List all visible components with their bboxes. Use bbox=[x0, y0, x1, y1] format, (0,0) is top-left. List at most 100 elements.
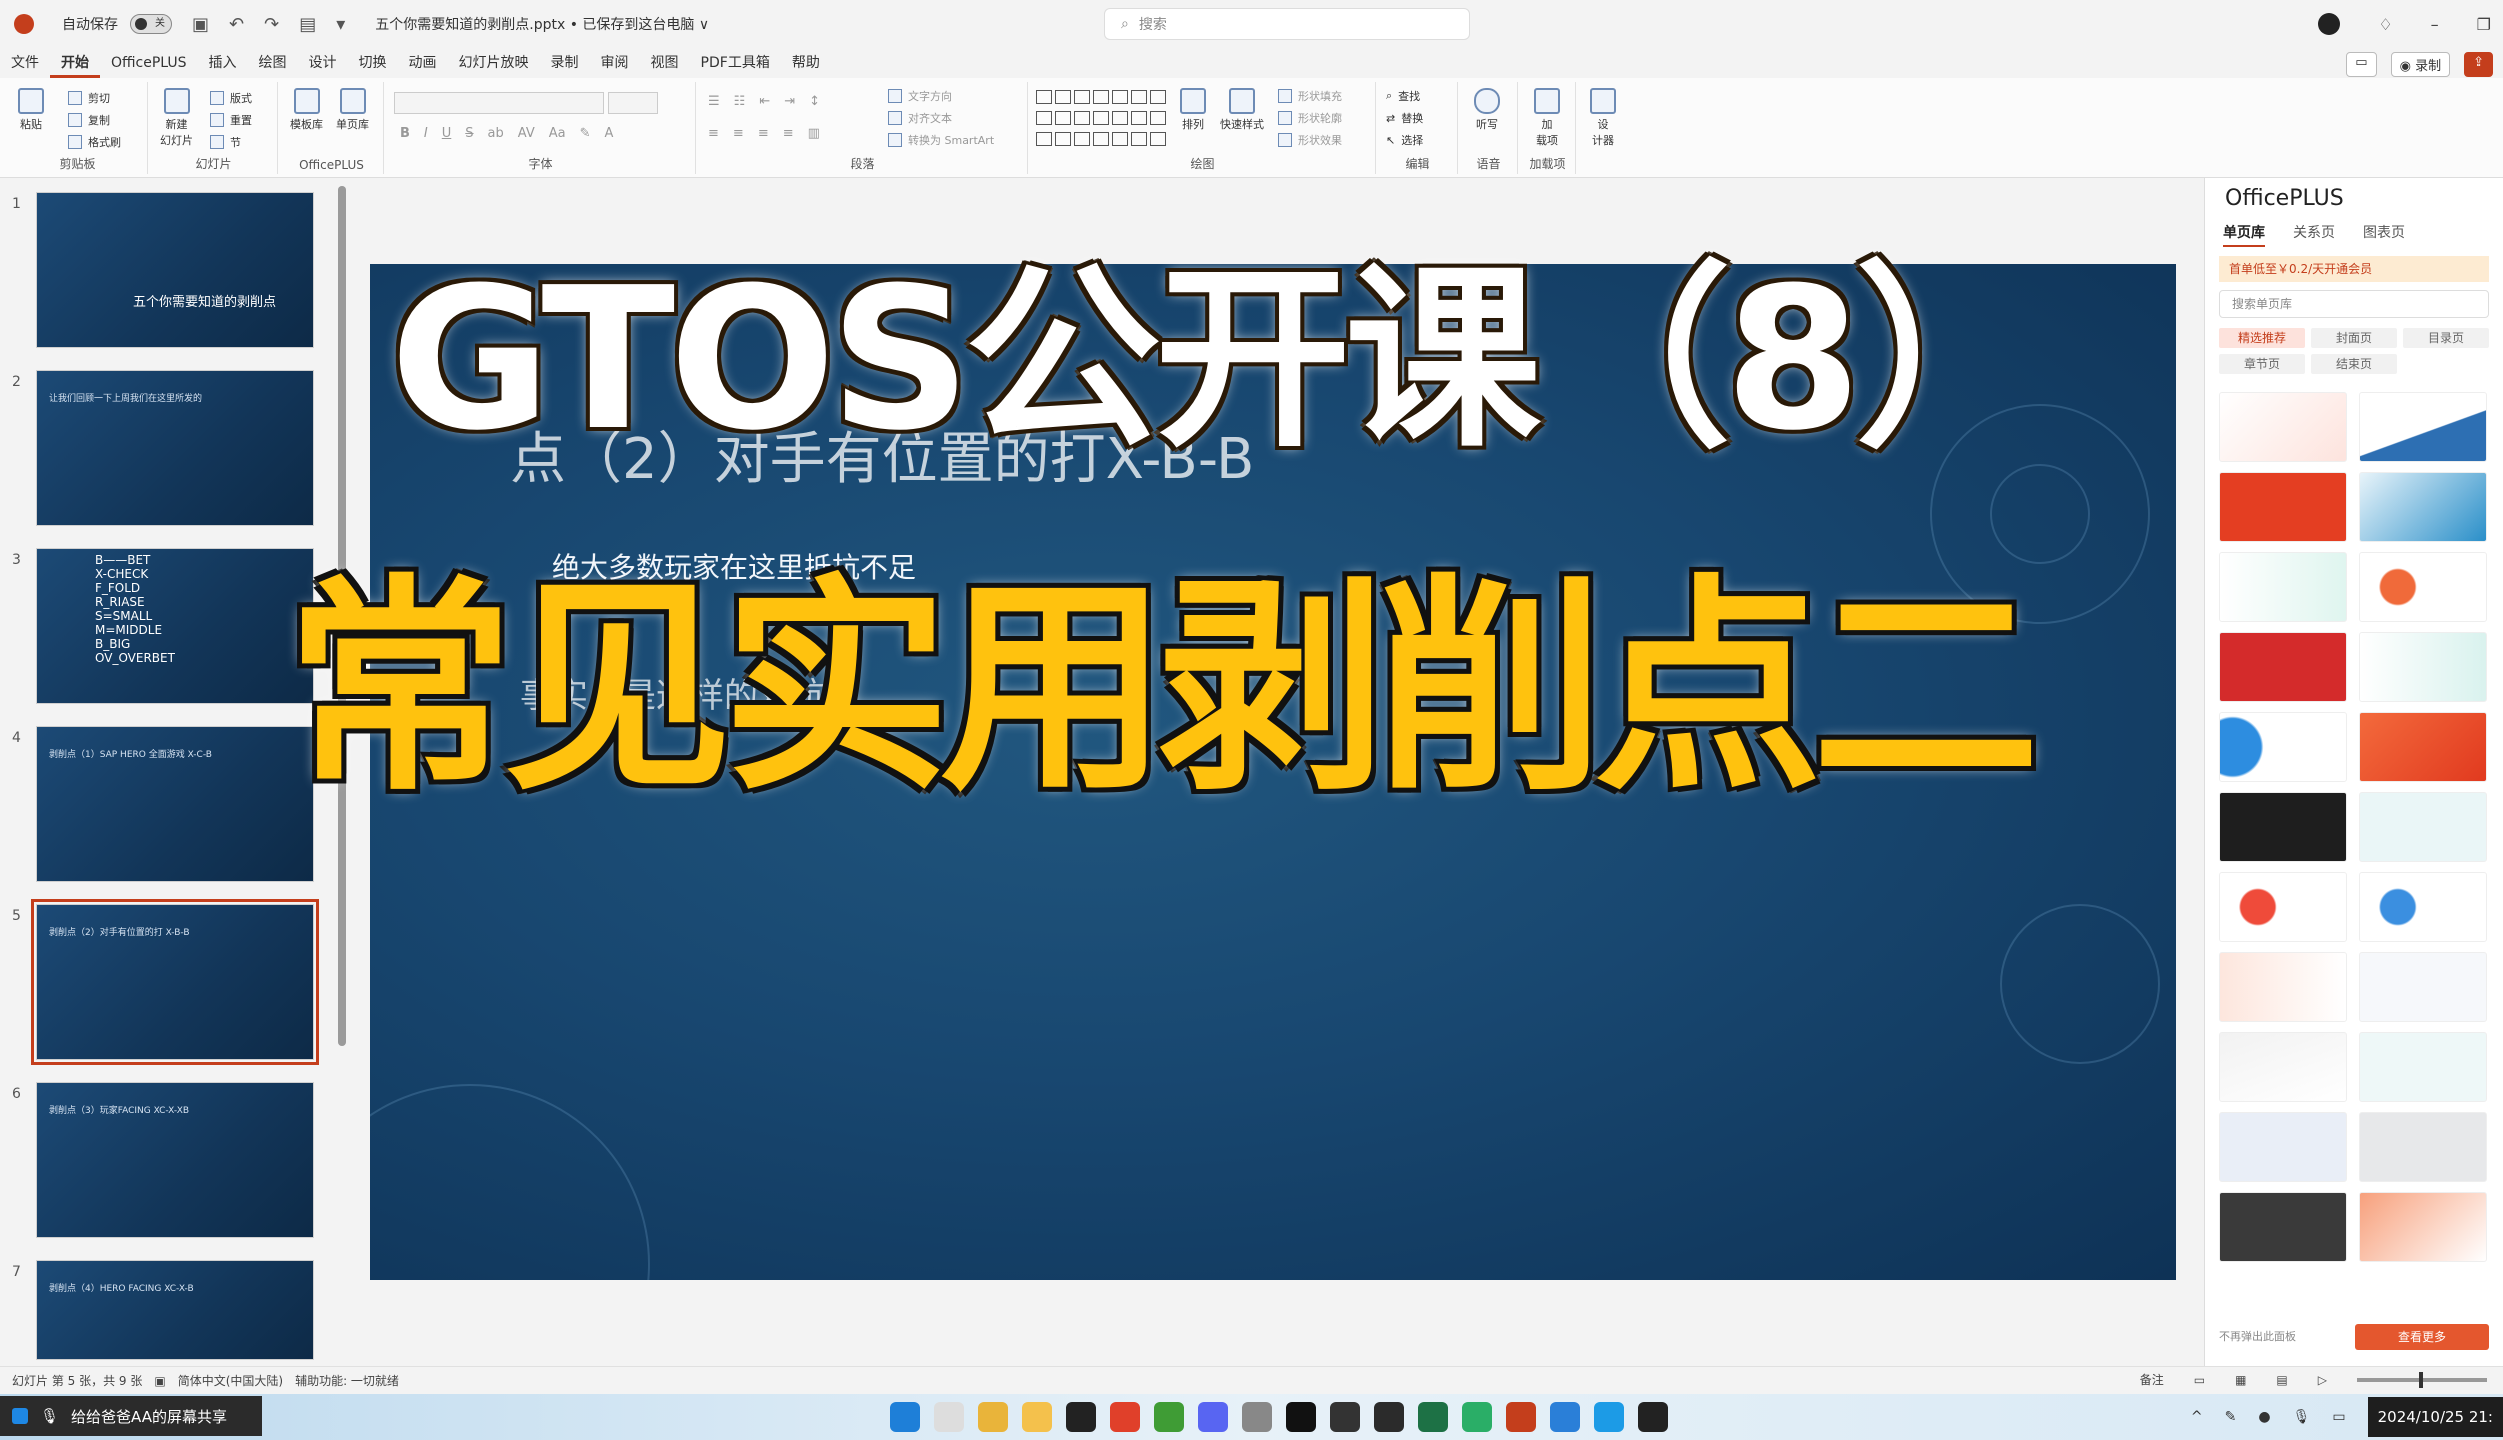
diamond-icon[interactable]: ♢ bbox=[2378, 15, 2392, 34]
tab-help[interactable]: 帮助 bbox=[781, 48, 831, 78]
smartart-button[interactable]: 转换为 SmartArt bbox=[888, 132, 994, 148]
numbering-icon[interactable]: ☷ bbox=[734, 94, 746, 109]
paste-button[interactable]: 粘贴 bbox=[18, 88, 44, 132]
slide-thumbnail[interactable]: 让我们回顾一下上周我们在这里所发的 bbox=[36, 370, 314, 526]
tab-draw[interactable]: 绘图 bbox=[248, 48, 298, 78]
tab-animations[interactable]: 动画 bbox=[398, 48, 448, 78]
tab-relationship[interactable]: 关系页 bbox=[2293, 222, 2335, 247]
font-family-select[interactable] bbox=[394, 92, 604, 114]
tab-view[interactable]: 视图 bbox=[640, 48, 690, 78]
reset-button[interactable]: 重置 bbox=[210, 112, 252, 128]
template-card[interactable] bbox=[2359, 472, 2487, 542]
align-right-icon[interactable]: ≡ bbox=[758, 126, 769, 141]
tab-pdf-tools[interactable]: PDF工具箱 bbox=[690, 48, 781, 78]
font-size-select[interactable] bbox=[608, 92, 658, 114]
single-page-library-button[interactable]: 单页库 bbox=[336, 88, 369, 132]
shape-outline-button[interactable]: 形状轮廓 bbox=[1278, 110, 1342, 126]
template-card[interactable] bbox=[2359, 792, 2487, 862]
chip-toc[interactable]: 目录页 bbox=[2403, 328, 2489, 348]
undo-icon[interactable]: ↶ bbox=[229, 14, 244, 35]
new-slide-button[interactable]: 新建 幻灯片 bbox=[160, 88, 193, 148]
indent-icon[interactable]: ⇤ bbox=[759, 94, 770, 109]
shadow-icon[interactable]: ab bbox=[488, 126, 504, 141]
pen-icon[interactable]: ✎ bbox=[2225, 1409, 2237, 1425]
outdent-icon[interactable]: ⇥ bbox=[784, 94, 795, 109]
layout-button[interactable]: 版式 bbox=[210, 90, 252, 106]
restore-icon[interactable]: ❐ bbox=[2477, 15, 2491, 34]
powerpoint-icon[interactable] bbox=[1506, 1402, 1536, 1432]
shapes-gallery[interactable] bbox=[1036, 90, 1166, 150]
template-card[interactable] bbox=[2359, 392, 2487, 462]
slide-thumbnail-selected[interactable]: 剥削点（2）对手有位置的打 X-B-B bbox=[31, 899, 319, 1065]
view-more-button[interactable]: 查看更多 bbox=[2355, 1324, 2489, 1350]
app-icon[interactable] bbox=[1374, 1402, 1404, 1432]
sorter-view-icon[interactable]: ▦ bbox=[2235, 1373, 2246, 1387]
notes-button[interactable]: 备注 bbox=[2140, 1371, 2164, 1388]
template-card[interactable] bbox=[2219, 712, 2347, 782]
screen-share-indicator[interactable]: 🎙 给给爸爸AA的屏幕共享 bbox=[0, 1396, 262, 1436]
designer-button[interactable]: 设 计器 bbox=[1590, 88, 1616, 148]
dismiss-pane-link[interactable]: 不再弹出此面板 bbox=[2219, 1328, 2296, 1344]
zoom-slider[interactable] bbox=[2357, 1371, 2487, 1388]
search-box[interactable]: ⌕ 搜索 bbox=[1104, 8, 1470, 40]
app-icon[interactable] bbox=[1110, 1402, 1140, 1432]
chevron-up-icon[interactable]: ^ bbox=[2191, 1409, 2203, 1425]
app-icon[interactable] bbox=[1638, 1402, 1668, 1432]
underline-icon[interactable]: U bbox=[442, 126, 452, 141]
slide-thumbnail[interactable]: 剥削点（3）玩家FACING XC-X-XB bbox=[36, 1082, 314, 1238]
save-icon[interactable]: ▣ bbox=[192, 14, 209, 35]
slide-thumbnail[interactable]: 剥削点（1）SAP HERO 全面游戏 X-C-B bbox=[36, 726, 314, 882]
language-indicator[interactable]: 简体中文(中国大陆) bbox=[178, 1372, 283, 1389]
line-spacing-icon[interactable]: ↕ bbox=[809, 94, 820, 109]
cut-button[interactable]: 剪切 bbox=[68, 90, 110, 106]
tab-transitions[interactable]: 切换 bbox=[348, 48, 398, 78]
folder-icon[interactable] bbox=[1022, 1402, 1052, 1432]
word-app-icon[interactable] bbox=[1286, 1402, 1316, 1432]
tab-insert[interactable]: 插入 bbox=[198, 48, 248, 78]
app-icon[interactable] bbox=[1594, 1402, 1624, 1432]
record-button[interactable]: ◉ 录制 bbox=[2390, 52, 2451, 77]
chip-chapter[interactable]: 章节页 bbox=[2219, 354, 2305, 374]
pane-search-input[interactable]: 搜索单页库 bbox=[2219, 290, 2489, 318]
find-button[interactable]: ⌕ 查找 bbox=[1386, 88, 1420, 104]
customize-icon[interactable]: ▾ bbox=[336, 14, 345, 35]
autosave-toggle[interactable]: 关 bbox=[130, 14, 172, 34]
zoom-knob[interactable] bbox=[2419, 1371, 2423, 1388]
chip-ending[interactable]: 结束页 bbox=[2311, 354, 2397, 374]
section-button[interactable]: 节 bbox=[210, 134, 241, 150]
tab-chart[interactable]: 图表页 bbox=[2363, 222, 2405, 247]
justify-icon[interactable]: ≡ bbox=[783, 126, 794, 141]
discord-icon[interactable] bbox=[1198, 1402, 1228, 1432]
app-icon[interactable] bbox=[1154, 1402, 1184, 1432]
align-center-icon[interactable]: ≡ bbox=[733, 126, 744, 141]
mic-tray-icon[interactable]: 🎙 bbox=[2293, 1409, 2311, 1425]
document-title[interactable]: 五个你需要知道的剥削点.pptx • 已保存到这台电脑 ∨ bbox=[375, 14, 709, 34]
format-painter-button[interactable]: 格式刷 bbox=[68, 134, 121, 150]
template-card[interactable] bbox=[2359, 872, 2487, 942]
slide-thumbnail[interactable]: B——BET X-CHECK F_FOLD R_RIASE S=SMALL M=… bbox=[36, 548, 314, 704]
template-card[interactable] bbox=[2359, 712, 2487, 782]
highlight-icon[interactable]: ✎ bbox=[580, 126, 591, 141]
minimize-icon[interactable]: – bbox=[2431, 15, 2439, 34]
spellcheck-icon[interactable]: ▣ bbox=[154, 1374, 165, 1388]
template-card[interactable] bbox=[2219, 632, 2347, 702]
template-card[interactable] bbox=[2219, 792, 2347, 862]
template-card[interactable] bbox=[2359, 1112, 2487, 1182]
template-card[interactable] bbox=[2359, 552, 2487, 622]
chip-cover[interactable]: 封面页 bbox=[2311, 328, 2397, 348]
present-icon[interactable]: ▤ bbox=[299, 14, 316, 35]
template-card[interactable] bbox=[2219, 472, 2347, 542]
bold-icon[interactable]: B bbox=[400, 126, 410, 141]
align-text-button[interactable]: 对齐文本 bbox=[888, 110, 952, 126]
wechat-icon[interactable] bbox=[1462, 1402, 1492, 1432]
quick-styles-button[interactable]: 快速样式 bbox=[1220, 88, 1264, 132]
copy-button[interactable]: 复制 bbox=[68, 112, 110, 128]
notion-icon[interactable] bbox=[1066, 1402, 1096, 1432]
arrange-button[interactable]: 排列 bbox=[1180, 88, 1206, 132]
template-card[interactable] bbox=[2359, 952, 2487, 1022]
chrome-icon[interactable] bbox=[978, 1402, 1008, 1432]
wechat-tray-icon[interactable]: ● bbox=[2258, 1409, 2270, 1425]
normal-view-icon[interactable]: ▭ bbox=[2194, 1373, 2205, 1387]
app-icon[interactable] bbox=[1550, 1402, 1580, 1432]
start-icon[interactable] bbox=[890, 1402, 920, 1432]
